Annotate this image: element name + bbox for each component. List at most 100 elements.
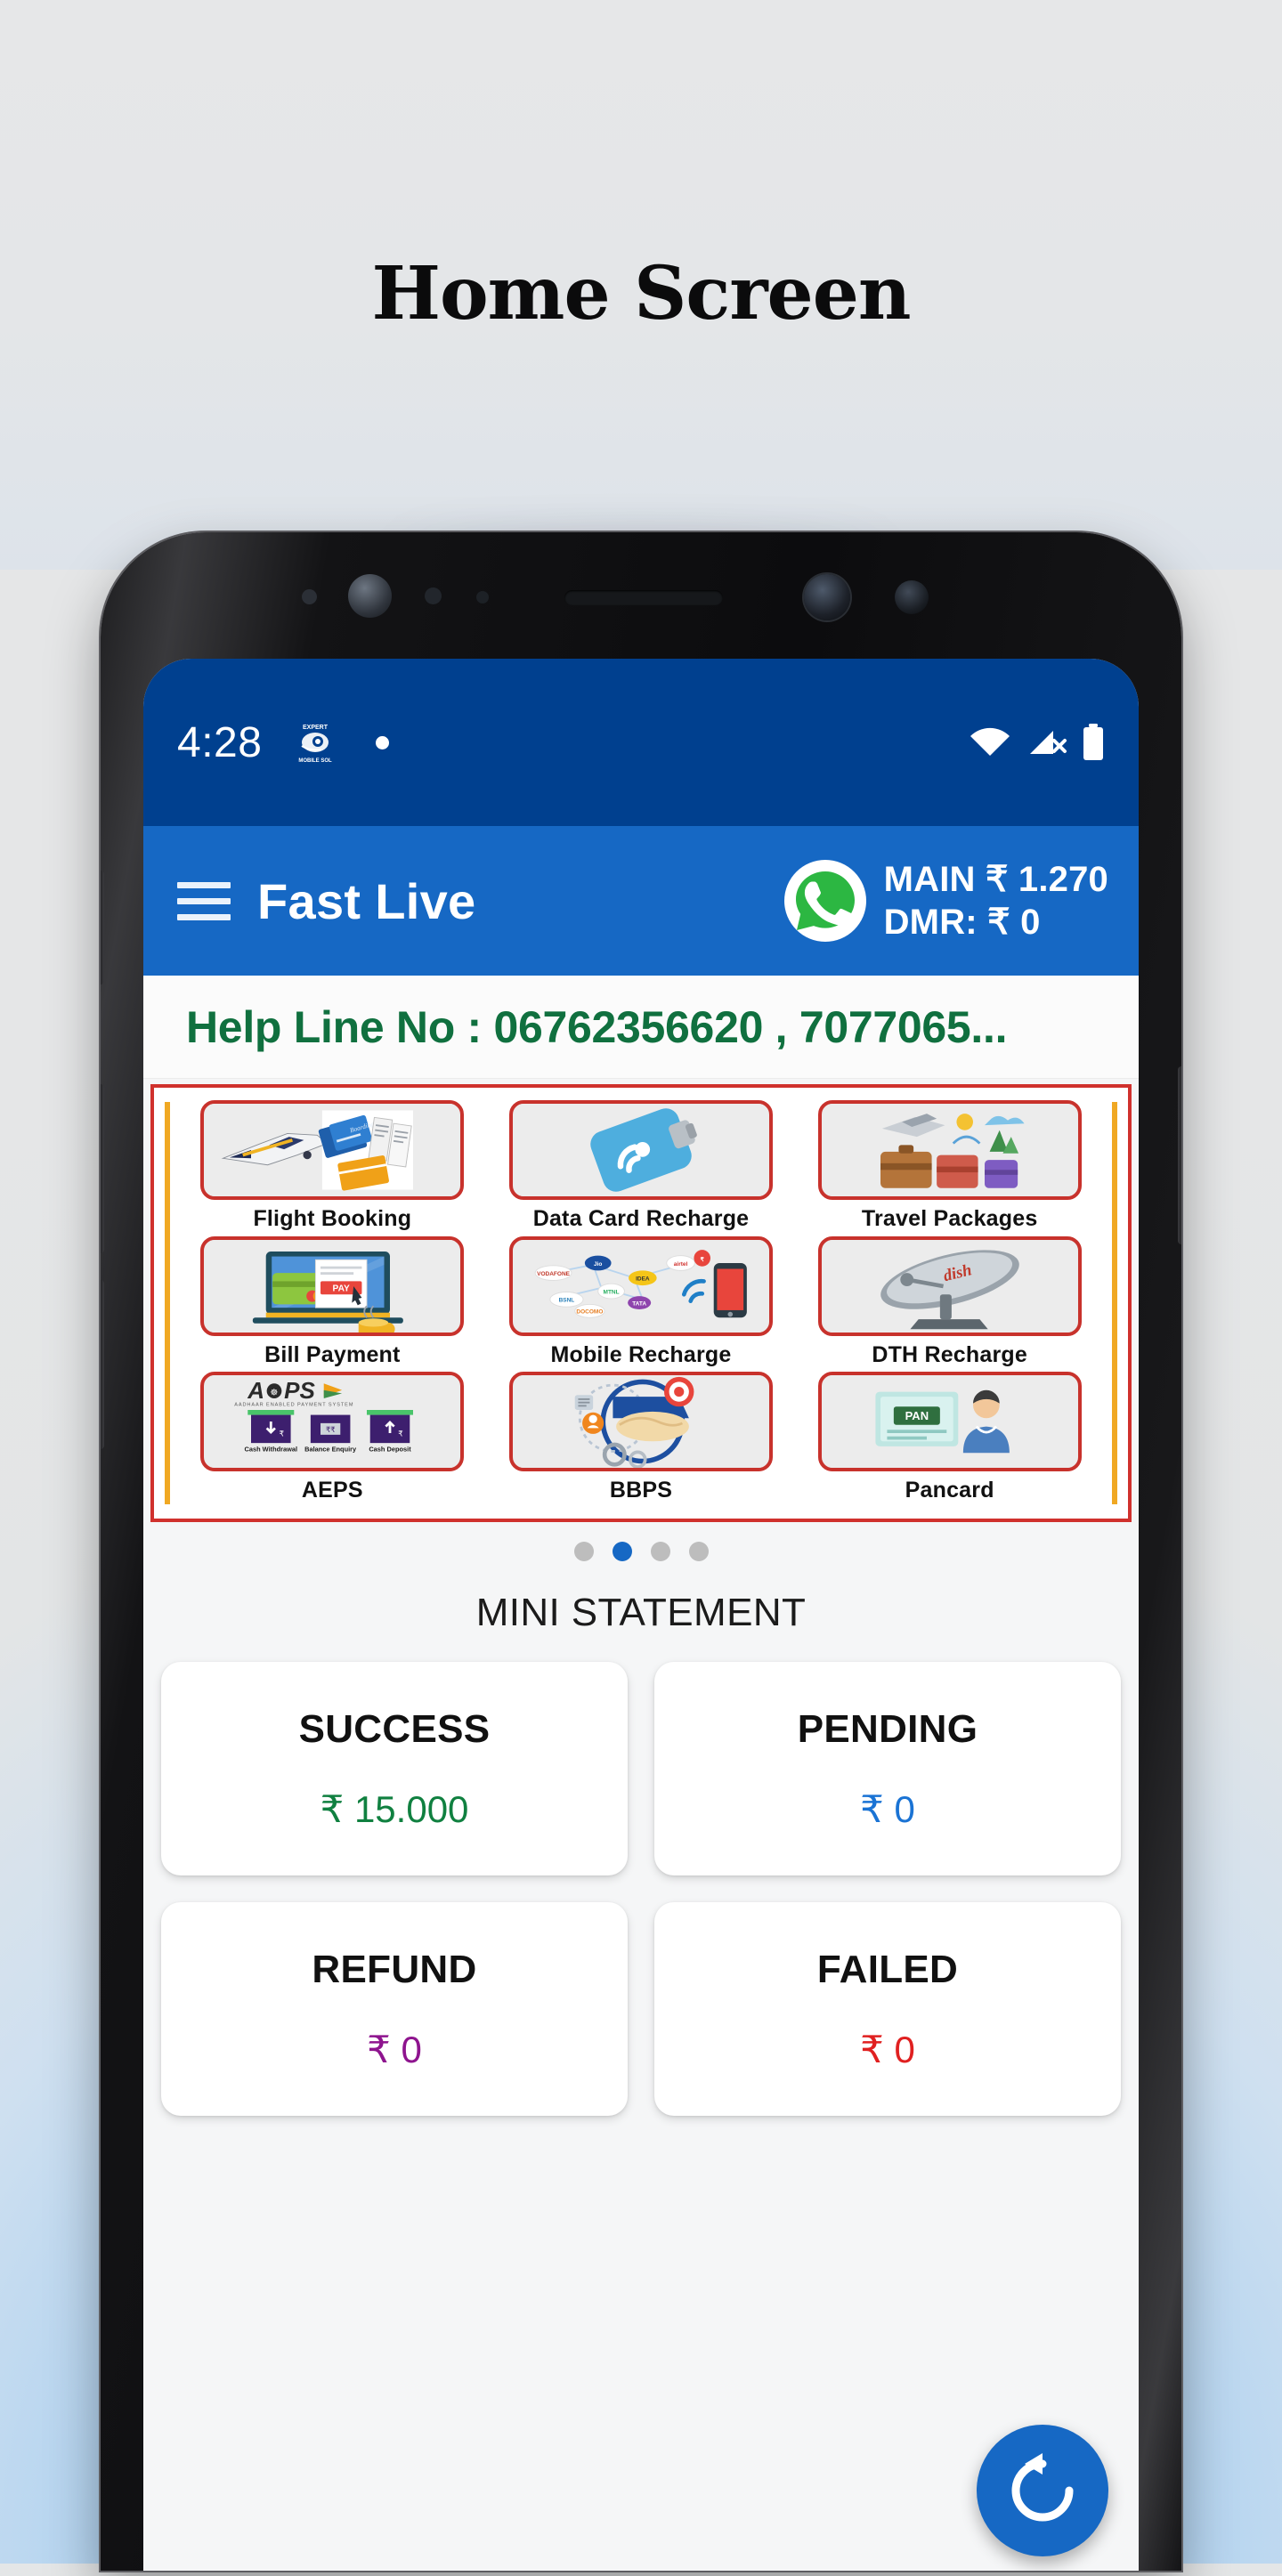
status-bar-time: 4:28 (177, 718, 263, 766)
service-tile-label: DTH Recharge (872, 1341, 1027, 1367)
stat-card-success[interactable]: SUCCESS ₹ 15.000 (161, 1662, 628, 1875)
phone-button-left-top (101, 871, 104, 984)
services-grid: Boarding Pass Flight Booking Data Card R… (163, 1100, 1119, 1504)
svg-text:₹: ₹ (280, 1430, 284, 1438)
service-tile-label: AEPS (301, 1478, 363, 1503)
stat-card-value: ₹ 15.000 (320, 1787, 469, 1830)
service-tile-aeps[interactable]: A ☸ PS AADHAAR ENABLED PAYMENT SYSTEM ₹ … (183, 1372, 483, 1504)
whatsapp-icon[interactable] (783, 860, 866, 942)
secondary-sensor-icon (895, 580, 929, 614)
carousel-dot-4[interactable] (688, 1542, 709, 1561)
svg-text:☸: ☸ (271, 1389, 279, 1398)
helpline-text: Help Line No : 06762356620 , 7077065... (186, 1001, 1008, 1052)
stat-card-value: ₹ 0 (367, 2028, 422, 2070)
wifi-icon (970, 727, 1010, 756)
aeps-icon: A ☸ PS AADHAAR ENABLED PAYMENT SYSTEM ₹ … (200, 1372, 465, 1472)
main-balance-value: ₹ 1.270 (985, 860, 1108, 899)
balance-block: MAIN ₹ 1.270 DMR: ₹ 0 (884, 859, 1108, 943)
main-balance-row: MAIN ₹ 1.270 (884, 859, 1108, 900)
svg-text:₹: ₹ (399, 1430, 403, 1438)
dth-recharge-icon: dish (817, 1235, 1082, 1336)
svg-text:Cash Withdrawal: Cash Withdrawal (245, 1446, 298, 1454)
svg-text:Cash Deposit: Cash Deposit (369, 1446, 412, 1454)
proximity-sensor-icon (302, 589, 317, 604)
service-tile-label: Pancard (905, 1478, 994, 1503)
service-tile-label: Mobile Recharge (550, 1341, 732, 1367)
app-bar: Fast Live MAIN ₹ 1.270 DMR: ₹ 0 (143, 826, 1139, 976)
bill-payment-icon: PAY (200, 1235, 465, 1336)
service-tile-label: BBPS (609, 1478, 673, 1503)
service-tile-label: Travel Packages (861, 1206, 1038, 1231)
travel-packages-icon (817, 1100, 1082, 1200)
carousel-dot-3[interactable] (650, 1542, 670, 1561)
svg-text:VODAFONE: VODAFONE (537, 1271, 571, 1277)
service-tile-flight-booking[interactable]: Boarding Pass Flight Booking (183, 1100, 483, 1233)
carousel-page-indicator (143, 1542, 1139, 1561)
app-badge-icon: EXPERT MOBILE SOL (292, 719, 338, 766)
dmr-balance-value: ₹ 0 (987, 903, 1041, 942)
led-indicator-icon (476, 591, 489, 603)
front-camera-icon (804, 574, 850, 620)
mobile-recharge-icon: VODAFONE Jio IDEA airtel BSNL MTNL TATA … (508, 1235, 773, 1336)
service-tile-dth-recharge[interactable]: dish DTH Recharge (799, 1235, 1099, 1369)
app-title: Fast Live (257, 872, 476, 929)
mini-statement-heading: MINI STATEMENT (475, 1591, 807, 1634)
phone-top-bezel (101, 532, 1181, 659)
service-tile-label: Data Card Recharge (532, 1206, 750, 1231)
screen-content: Help Line No : 06762356620 , 7077065... (143, 976, 1139, 2571)
svg-text:DOCOMO: DOCOMO (576, 1308, 603, 1315)
svg-text:Jio: Jio (594, 1260, 602, 1267)
service-tile-bbps[interactable]: BBPS (491, 1372, 791, 1504)
carousel-dot-1[interactable] (573, 1542, 594, 1561)
grid-rail-left (165, 1102, 170, 1504)
services-grid-container: Boarding Pass Flight Booking Data Card R… (150, 1084, 1132, 1522)
svg-text:TATA: TATA (632, 1300, 646, 1307)
status-bar: 4:28 EXPERT MOBILE SOL (143, 659, 1139, 826)
phone-volume-down-button (101, 1280, 104, 1449)
stat-card-refund[interactable]: REFUND ₹ 0 (161, 1902, 628, 2116)
service-tile-travel-packages[interactable]: Travel Packages (799, 1100, 1099, 1233)
notification-dot-icon (376, 735, 390, 749)
page-title: Home Screen (371, 251, 912, 336)
stat-card-failed[interactable]: FAILED ₹ 0 (654, 1902, 1121, 2116)
svg-text:airtel: airtel (674, 1260, 688, 1267)
status-bar-icons (968, 723, 1105, 762)
earpiece-speaker-icon (564, 590, 723, 605)
pancard-icon: PAN (817, 1372, 1082, 1472)
battery-full-icon (1083, 724, 1103, 760)
helpline-marquee: Help Line No : 06762356620 , 7077065... (143, 976, 1139, 1079)
service-tile-bill-payment[interactable]: PAY Bill Payment (183, 1235, 483, 1369)
refresh-fab-button[interactable] (977, 2425, 1108, 2556)
stat-card-title: REFUND (312, 1947, 477, 1991)
hamburger-menu-icon[interactable] (177, 881, 231, 920)
service-tile-data-card-recharge[interactable]: Data Card Recharge (491, 1100, 791, 1233)
phone-body: 4:28 EXPERT MOBILE SOL Fast Live MAIN ₹ … (101, 532, 1181, 2571)
grid-rail-right (1112, 1102, 1117, 1504)
phone-volume-up-button (101, 1084, 104, 1253)
data-card-recharge-icon (508, 1100, 773, 1200)
light-sensor-icon (425, 587, 442, 604)
phone-power-button (1178, 1066, 1181, 1244)
carousel-dot-2[interactable] (612, 1542, 632, 1561)
svg-text:PS: PS (284, 1377, 315, 1404)
stat-card-title: FAILED (816, 1947, 959, 1991)
dmr-balance-row: DMR: ₹ 0 (884, 902, 1108, 943)
app-bar-right: MAIN ₹ 1.270 DMR: ₹ 0 (783, 859, 1108, 943)
svg-text:₹₹: ₹₹ (326, 1425, 336, 1434)
service-tile-mobile-recharge[interactable]: VODAFONE Jio IDEA airtel BSNL MTNL TATA … (491, 1235, 791, 1369)
stat-card-title: SUCCESS (298, 1706, 491, 1751)
svg-text:AADHAAR ENABLED PAYMENT SYSTEM: AADHAAR ENABLED PAYMENT SYSTEM (235, 1403, 354, 1408)
stat-card-title: PENDING (797, 1706, 978, 1751)
phone-screen: 4:28 EXPERT MOBILE SOL Fast Live MAIN ₹ … (143, 659, 1139, 2571)
stat-card-value: ₹ 0 (860, 2028, 915, 2070)
mini-statement-cards: SUCCESS ₹ 15.000 PENDING ₹ 0 REFUND ₹ 0 … (143, 1635, 1139, 2116)
svg-text:MTNL: MTNL (604, 1289, 620, 1295)
svg-text:EXPERT: EXPERT (303, 725, 329, 731)
service-tile-label: Flight Booking (253, 1206, 412, 1231)
stat-card-pending[interactable]: PENDING ₹ 0 (654, 1662, 1121, 1875)
stat-card-value: ₹ 0 (860, 1787, 915, 1830)
svg-text:BSNL: BSNL (559, 1297, 575, 1303)
iris-scanner-icon (348, 574, 392, 618)
service-tile-pancard[interactable]: PAN Pancard (799, 1372, 1099, 1504)
flight-booking-icon: Boarding Pass (200, 1100, 465, 1200)
